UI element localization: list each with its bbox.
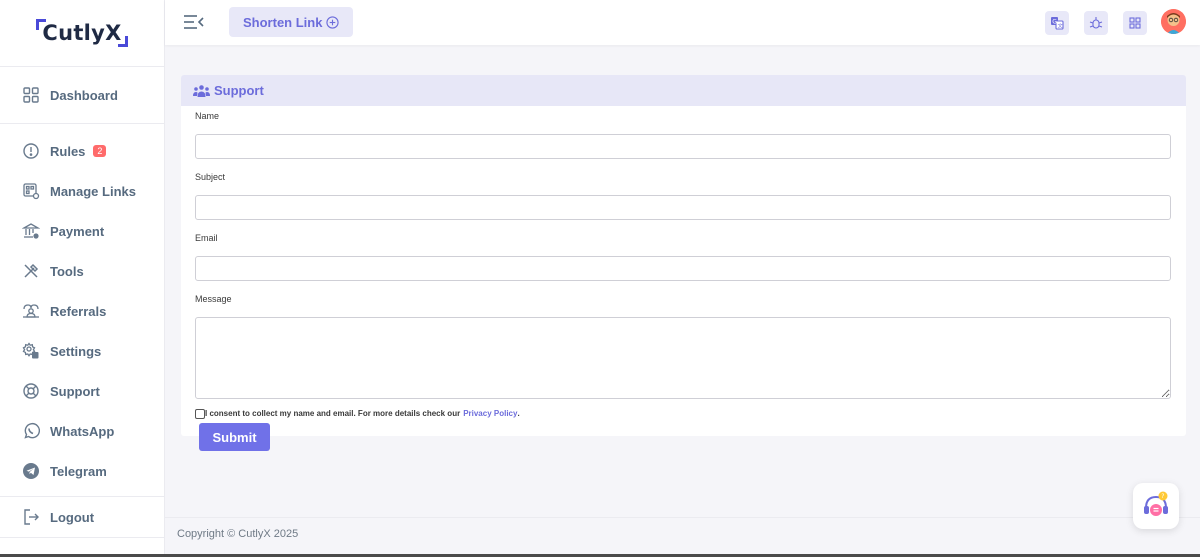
menu-toggle-icon[interactable]	[183, 13, 205, 31]
sidebar-item-payment[interactable]: Payment	[0, 211, 164, 251]
consent-end: .	[517, 409, 520, 418]
sidebar-item-tools[interactable]: Tools	[0, 251, 164, 291]
consent-checkbox[interactable]	[195, 408, 205, 419]
apps-icon[interactable]	[1123, 11, 1147, 35]
consent-text: I consent to collect my name and email. …	[205, 409, 461, 418]
footer-copyright: Copyright © CutlyX 2025	[177, 528, 299, 540]
headset-icon: ?	[1144, 491, 1168, 516]
settings-icon	[22, 342, 40, 360]
divider	[0, 123, 164, 124]
email-field[interactable]	[195, 256, 1171, 281]
support-card: Support Name Subject Email Message I con…	[181, 75, 1186, 451]
referrals-icon	[22, 302, 40, 320]
whatsapp-icon	[22, 422, 40, 440]
bank-icon	[22, 222, 40, 240]
card-title: Support	[214, 83, 264, 98]
sidebar-item-whatsapp[interactable]: WhatsApp	[0, 411, 164, 451]
rules-count-badge: 2	[93, 145, 107, 157]
lifebuoy-icon	[22, 382, 40, 400]
subject-label: Subject	[195, 172, 226, 182]
name-field[interactable]	[195, 134, 1171, 159]
translate-icon[interactable]: G文	[1045, 11, 1069, 35]
logout-section: Logout	[0, 496, 165, 537]
svg-text:?: ?	[1161, 493, 1164, 500]
divider	[0, 537, 165, 538]
privacy-policy-link[interactable]: Privacy Policy	[463, 409, 517, 418]
users-group-icon	[193, 84, 210, 97]
sidebar-item-label: Support	[50, 383, 100, 399]
sidebar-item-label: Telegram	[50, 463, 107, 479]
shorten-link-button[interactable]: Shorten Link	[229, 7, 354, 37]
divider	[165, 517, 1200, 518]
svg-text:文: 文	[1058, 23, 1063, 30]
sidebar-item-label: Dashboard	[50, 87, 118, 103]
sidebar-item-dashboard[interactable]: Dashboard	[0, 75, 164, 115]
grid-icon	[22, 86, 40, 104]
shorten-link-label: Shorten Link	[243, 14, 323, 30]
support-form: Name Subject Email Message I consent to …	[181, 106, 1186, 451]
name-label: Name	[195, 111, 220, 121]
sidebar-item-label: Logout	[50, 509, 95, 525]
sidebar-item-label: Payment	[50, 223, 105, 239]
telegram-icon	[22, 462, 40, 480]
sidebar-item-label: Settings	[50, 343, 102, 359]
card-header: Support	[181, 75, 1186, 106]
sidebar-item-label: Tools	[50, 263, 84, 279]
sidebar-item-label: WhatsApp	[50, 423, 115, 439]
svg-text:G: G	[1052, 19, 1057, 26]
sidebar-item-label: Referrals	[50, 303, 107, 319]
sidebar-item-telegram[interactable]: Telegram	[0, 451, 164, 491]
sidebar-item-support[interactable]: Support	[0, 371, 164, 411]
plus-circle-icon	[326, 15, 340, 29]
avatar[interactable]	[1161, 9, 1186, 34]
sidebar-item-logout[interactable]: Logout	[0, 497, 165, 537]
sidebar-item-manage-links[interactable]: Manage Links	[0, 171, 164, 211]
sidebar-item-referrals[interactable]: Referrals	[0, 291, 164, 331]
help-chat-button[interactable]: ?	[1133, 483, 1179, 529]
bug-icon[interactable]	[1084, 11, 1108, 35]
topbar: Shorten Link G文	[165, 0, 1200, 45]
logo-text: CutlyX	[36, 19, 128, 47]
message-field[interactable]	[195, 317, 1171, 399]
sidebar: CutlyX Dashboard Rules 2 Manage Links Pa…	[0, 0, 165, 557]
email-label: Email	[195, 233, 218, 243]
sidebar-item-label: Rules	[50, 143, 86, 159]
sidebar-item-settings[interactable]: Settings	[0, 331, 164, 371]
logout-icon	[22, 508, 40, 526]
alert-circle-icon	[22, 142, 40, 160]
tools-icon	[22, 262, 40, 280]
link-grid-icon	[22, 182, 40, 200]
subject-field[interactable]	[195, 195, 1171, 220]
consent-row: I consent to collect my name and email. …	[195, 408, 1171, 419]
sidebar-item-label: Manage Links	[50, 183, 136, 199]
logo[interactable]: CutlyX	[0, 0, 164, 67]
sidebar-item-rules[interactable]: Rules 2	[0, 131, 164, 171]
submit-button[interactable]: Submit	[199, 423, 270, 451]
message-label: Message	[195, 294, 232, 304]
